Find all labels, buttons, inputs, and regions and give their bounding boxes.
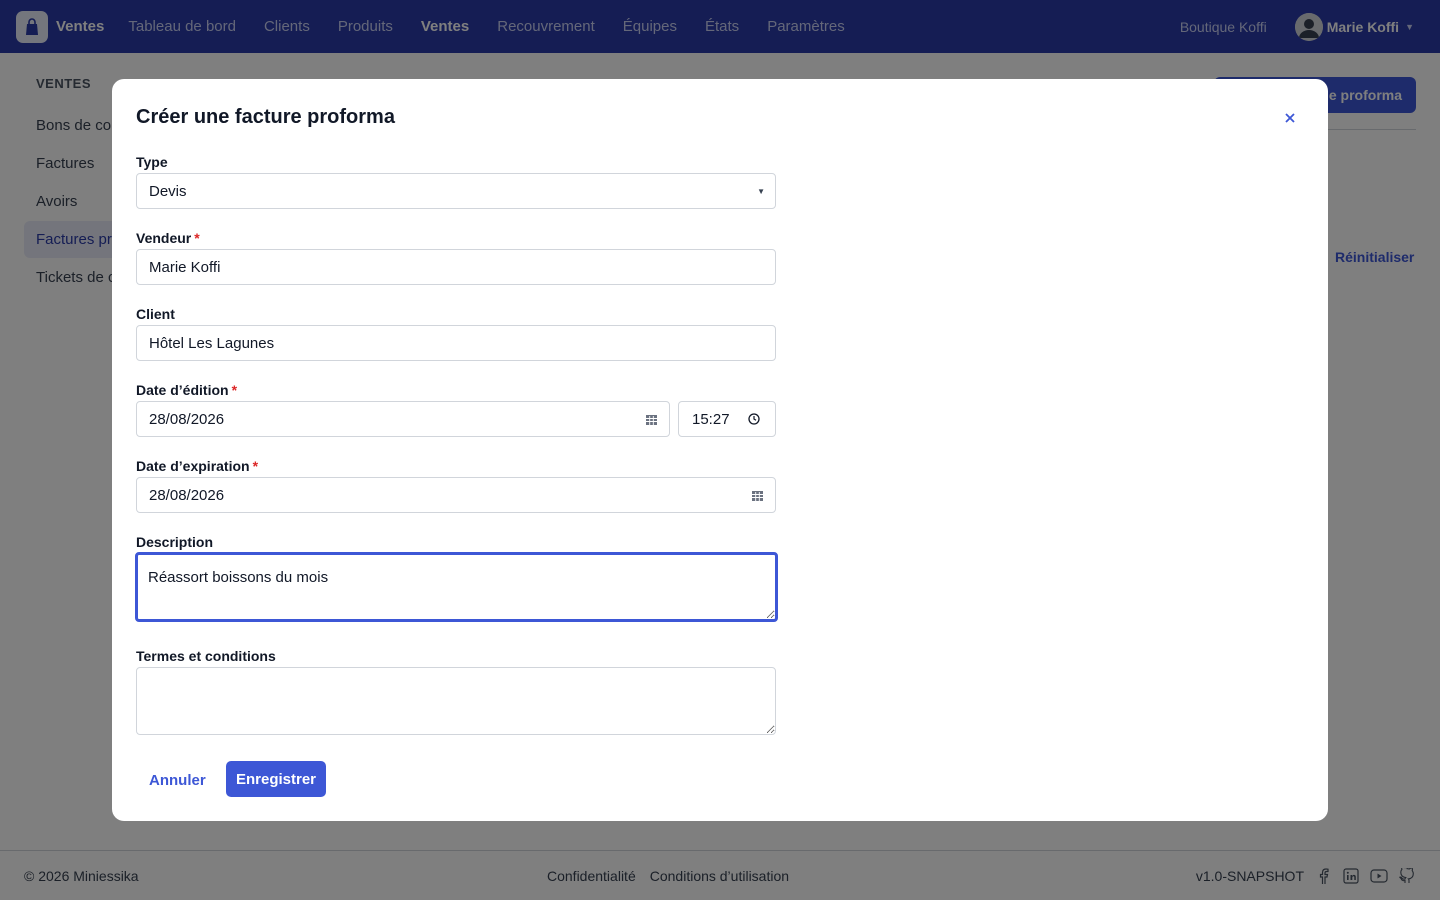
- terms-textarea[interactable]: [136, 667, 776, 735]
- expiry-date-field[interactable]: 28/08/2026: [136, 477, 776, 513]
- seller-label: Vendeur *: [136, 230, 200, 246]
- issue-time-field[interactable]: 15:27: [678, 401, 776, 437]
- issue-date-field[interactable]: 28/08/2026: [136, 401, 670, 437]
- type-label: Type: [136, 154, 168, 170]
- save-button[interactable]: Enregistrer: [226, 761, 326, 797]
- cancel-button[interactable]: Annuler: [136, 762, 219, 798]
- expiry-date-label: Date d’expiration *: [136, 458, 259, 474]
- client-label: Client: [136, 306, 175, 322]
- clock-icon[interactable]: [748, 413, 760, 425]
- create-proforma-dialog: Créer une facture proforma Type Devis ▼ …: [112, 79, 1328, 821]
- client-field[interactable]: Hôtel Les Lagunes: [136, 325, 776, 361]
- type-select[interactable]: Devis ▼: [136, 173, 776, 209]
- chevron-down-icon: ▼: [757, 187, 765, 196]
- description-textarea[interactable]: Réassort boissons du mois: [135, 552, 778, 622]
- calendar-icon[interactable]: [752, 491, 763, 501]
- issue-date-label: Date d’édition *: [136, 382, 238, 398]
- dialog-title: Créer une facture proforma: [136, 106, 395, 128]
- calendar-icon[interactable]: [646, 415, 657, 425]
- description-label: Description: [136, 534, 214, 550]
- terms-label: Termes et conditions: [136, 648, 276, 664]
- close-icon[interactable]: [1282, 110, 1298, 126]
- seller-field[interactable]: Marie Koffi: [136, 249, 776, 285]
